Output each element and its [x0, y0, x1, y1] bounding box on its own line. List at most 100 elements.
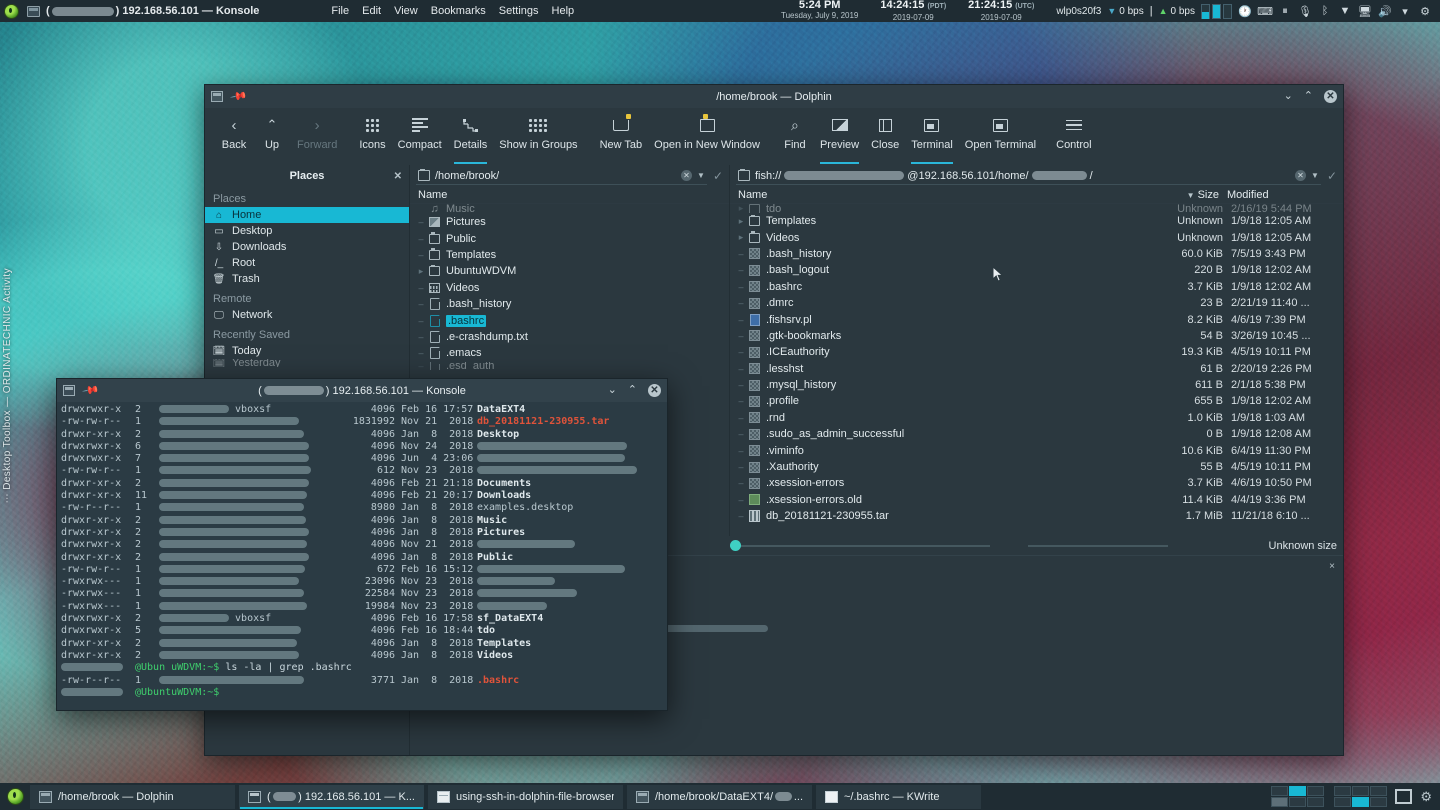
list-item[interactable]: – .Xauthority 55 B 4/5/19 10:11 PM — [730, 459, 1343, 475]
tree-expander[interactable]: – — [734, 347, 748, 357]
list-item[interactable]: – Videos — [410, 280, 729, 296]
tree-expander[interactable]: – — [414, 234, 428, 244]
list-item[interactable]: – .rnd 1.0 KiB 1/9/18 1:03 AM — [730, 410, 1343, 426]
menu-edit[interactable]: Edit — [362, 5, 381, 17]
tree-expander[interactable]: – — [734, 462, 748, 472]
clock-pdt[interactable]: 14:24:15 (PDT) 2019-07-09 — [880, 0, 946, 23]
clear-url-icon[interactable]: ✕ — [681, 170, 693, 181]
terminal-panel-close-icon[interactable]: × — [1329, 561, 1335, 572]
toolbar-preview-button[interactable]: Preview — [814, 113, 865, 165]
konsole-terminal-output[interactable]: drwxrwxr-x 2 vboxsf 4096 Feb 16 17:57 DataEX… — [57, 402, 667, 710]
menu-bookmarks[interactable]: Bookmarks — [431, 5, 486, 17]
list-item[interactable]: – .gtk-bookmarks 54 B 3/26/19 10:45 ... — [730, 328, 1343, 344]
toolbar-details-button[interactable]: Details — [448, 113, 494, 165]
chevron-down-icon[interactable]: ▾ — [1398, 4, 1412, 18]
list-item[interactable]: – .mysql_history 611 B 2/1/18 5:38 PM — [730, 377, 1343, 393]
places-close-icon[interactable]: ✕ — [394, 171, 402, 182]
list-item-selected[interactable]: – .bashrc — [410, 312, 729, 328]
tree-expander[interactable]: – — [414, 332, 428, 342]
url-confirm-icon[interactable]: ✓ — [713, 169, 723, 183]
tree-expander[interactable]: – — [734, 446, 748, 456]
list-item[interactable]: – .bash_logout 220 B 1/9/18 12:02 AM — [730, 262, 1343, 278]
system-tray[interactable]: ▼ 0 bps | ▲ 0 bps 🕐 ⌨ ⏸ 🎙 ᛒ ▼ 🖥 🔊 ▾ ⚙ — [1107, 3, 1440, 19]
tree-expander[interactable]: – — [734, 396, 748, 406]
sidebar-item-trash[interactable]: 🗑 Trash — [205, 271, 409, 287]
toolbar-open-terminal-button[interactable]: Open Terminal — [959, 113, 1042, 165]
zoom-slider[interactable] — [639, 540, 1259, 551]
list-item[interactable]: – .dmrc 23 B 2/21/19 11:40 ... — [730, 295, 1343, 311]
list-item[interactable]: – .ICEauthority 19.3 KiB 4/5/19 10:11 PM — [730, 344, 1343, 360]
list-item[interactable]: ▸ Templates Unknown 1/9/18 12:05 AM — [730, 213, 1343, 229]
toolbar-show-in-groups-button[interactable]: Show in Groups — [493, 113, 583, 165]
menu-settings[interactable]: Settings — [499, 5, 539, 17]
taskbar-item-dolphin-home[interactable]: /home/brook — Dolphin — [30, 784, 235, 809]
display-icon[interactable]: 🖥 — [1358, 4, 1372, 18]
konsole-titlebar[interactable]: 📌 () 192.168.56.101 — Konsole ⌄ ⌃ ✕ — [57, 379, 667, 402]
tree-expander[interactable]: – — [414, 316, 428, 326]
list-item[interactable]: ♫ Music — [410, 204, 729, 214]
left-url-input[interactable]: /home/brook/ ✕ ▼ — [416, 167, 707, 185]
list-item[interactable]: – .esd_auth — [410, 361, 729, 370]
tree-expander[interactable]: ▸ — [734, 204, 748, 213]
clear-url-icon[interactable]: ✕ — [1295, 170, 1307, 181]
list-item[interactable]: – .profile 655 B 1/9/18 12:02 AM — [730, 393, 1343, 409]
tree-expander[interactable]: – — [734, 282, 748, 292]
tree-expander[interactable]: – — [734, 429, 748, 439]
menu-file[interactable]: File — [331, 5, 349, 17]
sidebar-item-today[interactable]: 🗓 Today — [205, 343, 409, 359]
opensuse-logo-icon[interactable] — [0, 0, 22, 22]
list-item[interactable]: – .xsession-errors 3.7 KiB 4/6/19 10:50 … — [730, 475, 1343, 491]
chevron-down-icon[interactable]: ▼ — [1311, 171, 1319, 180]
left-pane-urlbar[interactable]: /home/brook/ ✕ ▼ ✓ — [410, 165, 729, 187]
taskbar-item-konsole[interactable]: () 192.168.56.101 — K... — [239, 784, 424, 809]
zoom-slider-track[interactable] — [729, 540, 990, 551]
list-item[interactable]: – .xsession-errors.old 11.4 KiB 4/4/19 3… — [730, 492, 1343, 508]
taskbar-item-editor[interactable]: using-ssh-in-dolphin-file-browser_... — [428, 784, 623, 809]
application-launcher-button[interactable] — [0, 788, 30, 805]
close-button[interactable]: ✕ — [1324, 90, 1337, 103]
virtual-desktop-pager[interactable] — [1201, 3, 1232, 19]
toolbar-new-tab-button[interactable]: New Tab — [594, 113, 649, 165]
clock-utc[interactable]: 21:24:15 (UTC) 2019-07-09 — [968, 0, 1034, 23]
taskbar[interactable]: /home/brook — Dolphin () 192.168.56.101 … — [0, 783, 1440, 810]
clock-icon[interactable]: 🕐 — [1238, 4, 1252, 18]
sidebar-item-root[interactable]: /_ Root — [205, 255, 409, 271]
right-pane-urlbar[interactable]: fish://@192.168.56.101/home// ✕ ▼ ✓ — [730, 165, 1343, 187]
toolbar-find-button[interactable]: ⌕ Find — [776, 113, 814, 165]
minimize-button[interactable]: ⌄ — [1284, 91, 1293, 102]
list-item[interactable]: – Public — [410, 230, 729, 246]
minimize-button[interactable]: ⌄ — [608, 385, 617, 396]
tree-expander[interactable]: ▸ — [734, 216, 748, 227]
wifi-icon[interactable]: ▼ — [1338, 4, 1352, 18]
list-item[interactable]: – .fishsrv.pl 8.2 KiB 4/6/19 7:39 PM — [730, 311, 1343, 327]
left-column-header[interactable]: Name — [410, 187, 729, 204]
right-file-pane[interactable]: fish://@192.168.56.101/home// ✕ ▼ ✓ Name… — [730, 165, 1343, 536]
tree-expander[interactable]: – — [414, 362, 428, 370]
tree-expander[interactable]: – — [734, 495, 748, 505]
tree-expander[interactable]: – — [734, 331, 748, 341]
desktop-toolbox-label[interactable]: ⋯ Desktop Toolbox — ORDINATECHNIC Activi… — [2, 268, 13, 503]
taskbar-item-kwrite[interactable]: ~/.bashrc — KWrite — [816, 784, 981, 809]
maximize-button[interactable]: ⌃ — [628, 385, 637, 396]
right-column-header[interactable]: Name ▼ Size Modified — [730, 187, 1343, 204]
close-button[interactable]: ✕ — [648, 384, 661, 397]
tree-expander[interactable]: ▸ — [414, 266, 428, 277]
pin-icon[interactable]: 📌 — [230, 87, 249, 106]
tree-expander[interactable]: – — [734, 265, 748, 275]
toolbar-compact-button[interactable]: Compact — [392, 113, 448, 165]
pin-icon[interactable]: 📌 — [82, 381, 101, 400]
sidebar-item-desktop[interactable]: ▭ Desktop — [205, 223, 409, 239]
toolbar-forward-button[interactable]: › Forward — [291, 113, 343, 165]
pager-widget[interactable] — [1271, 786, 1325, 807]
clock-local[interactable]: 5:24 PM Tuesday, July 9, 2019 — [781, 0, 858, 21]
maximize-button[interactable]: ⌃ — [1304, 91, 1313, 102]
list-item[interactable]: – .sudo_as_admin_successful 0 B 1/9/18 1… — [730, 426, 1343, 442]
list-item[interactable]: – .e-crashdump.txt — [410, 329, 729, 345]
right-url-input[interactable]: fish://@192.168.56.101/home// ✕ ▼ — [736, 167, 1321, 185]
list-item[interactable]: ▸ tdo Unknown 2/16/19 5:44 PM — [730, 204, 1343, 213]
menu-view[interactable]: View — [394, 5, 418, 17]
tree-expander[interactable]: – — [734, 315, 748, 325]
bluetooth-icon[interactable]: ᛒ — [1318, 4, 1332, 18]
right-file-list[interactable]: ▸ tdo Unknown 2/16/19 5:44 PM ▸ Template… — [730, 204, 1343, 536]
tree-expander[interactable]: ▸ — [734, 232, 748, 243]
